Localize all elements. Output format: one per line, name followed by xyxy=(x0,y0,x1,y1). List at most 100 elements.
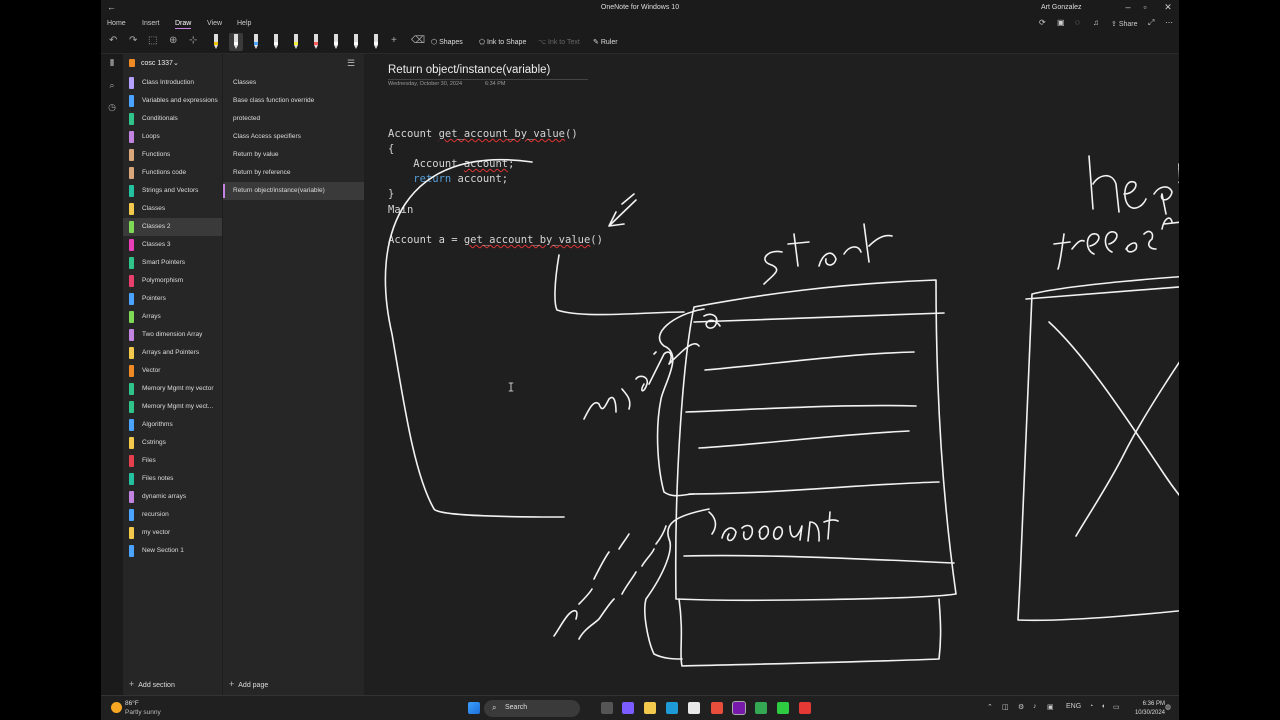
notifications-icon[interactable]: ♫ xyxy=(1093,18,1099,27)
section-item[interactable]: Loops xyxy=(129,128,222,146)
page-item[interactable]: Return by reference xyxy=(223,164,365,182)
app-icon-green[interactable] xyxy=(777,702,789,714)
tray-icon[interactable]: ▣ xyxy=(1047,703,1054,711)
section-item[interactable]: New Section 1 xyxy=(129,542,222,560)
section-item[interactable]: Arrays xyxy=(129,308,222,326)
pen-1-icon[interactable] xyxy=(209,33,223,51)
ink-select-icon[interactable]: ⊕ xyxy=(169,35,177,46)
sort-pages-icon[interactable]: ☰ xyxy=(347,58,355,69)
tray-icon[interactable]: ◫ xyxy=(1002,703,1009,711)
add-space-icon[interactable]: ⊹ xyxy=(189,35,197,46)
page-item[interactable]: protected xyxy=(223,110,365,128)
pen-6-icon[interactable] xyxy=(309,33,323,51)
section-item[interactable]: Classes 3 xyxy=(129,236,222,254)
copilot-icon[interactable] xyxy=(622,702,634,714)
share-button[interactable]: ⇪ Share xyxy=(1111,20,1138,28)
section-item[interactable]: Functions xyxy=(129,146,222,164)
task-view-icon[interactable] xyxy=(601,702,613,714)
microphone-icon[interactable]: ♪ xyxy=(1033,703,1037,710)
chrome-icon[interactable] xyxy=(711,702,723,714)
search-icon[interactable]: ⌕ xyxy=(106,80,118,91)
section-item[interactable]: Smart Pointers xyxy=(129,254,222,272)
volume-icon[interactable]: ◖ xyxy=(1101,703,1105,710)
app-icon-red[interactable] xyxy=(799,702,811,714)
page-item[interactable]: Return by value xyxy=(223,146,365,164)
file-explorer-icon[interactable] xyxy=(644,702,656,714)
pen-2-icon[interactable] xyxy=(229,33,243,51)
section-item[interactable]: Algorithms xyxy=(129,416,222,434)
notebooks-icon[interactable]: ⫴ xyxy=(106,58,118,69)
section-item[interactable]: Two dimension Array xyxy=(129,326,222,344)
redo-icon[interactable]: ↷ xyxy=(129,35,137,46)
wifi-icon[interactable]: ◔ xyxy=(1089,703,1093,710)
section-item[interactable]: Conditionals xyxy=(129,110,222,128)
chrome-profile-icon[interactable] xyxy=(755,702,767,714)
tab-home[interactable]: Home xyxy=(107,20,126,27)
user-name[interactable]: Art Gonzalez xyxy=(1041,4,1081,11)
pen-8-icon[interactable] xyxy=(349,33,363,51)
ruler-button[interactable]: ✎ Ruler xyxy=(593,38,618,46)
sync-icon[interactable]: ⟳ xyxy=(1039,18,1046,27)
tab-insert[interactable]: Insert xyxy=(142,20,160,27)
ink-drawing[interactable] xyxy=(364,54,1179,695)
tray-overflow-icon[interactable]: ⌃ xyxy=(987,703,993,711)
lightbulb-icon[interactable]: ◌ xyxy=(1075,18,1080,27)
section-item[interactable]: Class Introduction xyxy=(129,74,222,92)
section-item[interactable]: Files xyxy=(129,452,222,470)
tab-view[interactable]: View xyxy=(207,20,222,27)
pen-4-icon[interactable] xyxy=(269,33,283,51)
ink-to-shape-button[interactable]: ⬠ Ink to Shape xyxy=(479,38,526,46)
section-item[interactable]: Cstrings xyxy=(129,434,222,452)
language-indicator[interactable]: ENG xyxy=(1066,703,1081,710)
section-item[interactable]: Memory Mgmt my vect... xyxy=(129,398,222,416)
edge-icon[interactable] xyxy=(666,702,678,714)
taskbar-clock[interactable]: 6:36 PM 10/30/2024 xyxy=(1119,700,1165,718)
recent-notes-icon[interactable]: ◷ xyxy=(106,102,118,113)
lasso-select-icon[interactable]: ⬚ xyxy=(148,35,157,46)
page-item[interactable]: Class Access specifiers xyxy=(223,128,365,146)
section-item[interactable]: Classes xyxy=(129,200,222,218)
section-item[interactable]: Polymorphism xyxy=(129,272,222,290)
section-item[interactable]: Variables and expressions xyxy=(129,92,222,110)
section-item[interactable]: Vector xyxy=(129,362,222,380)
tab-draw[interactable]: Draw xyxy=(175,20,192,29)
section-item[interactable]: recursion xyxy=(129,506,222,524)
notification-bell-icon[interactable]: ◍ xyxy=(1165,703,1171,711)
eraser-icon[interactable]: ⌫ xyxy=(411,35,425,46)
section-color-tab xyxy=(129,347,134,359)
taskbar-search[interactable]: ⌕ Search xyxy=(484,700,580,717)
pen-9-icon[interactable] xyxy=(369,33,383,51)
section-item[interactable]: Files notes xyxy=(129,470,222,488)
section-item[interactable]: Functions code xyxy=(129,164,222,182)
add-page-button[interactable]: + Add page xyxy=(229,679,268,689)
page-item[interactable]: Classes xyxy=(223,74,365,92)
pen-3-icon[interactable] xyxy=(249,33,263,51)
undo-icon[interactable]: ↶ xyxy=(109,35,117,46)
page-item[interactable]: Base class function override xyxy=(223,92,365,110)
section-item[interactable]: Arrays and Pointers xyxy=(129,344,222,362)
section-item[interactable]: Classes 2 xyxy=(123,218,222,236)
section-item[interactable]: my vector xyxy=(129,524,222,542)
shapes-button[interactable]: ⬡ Shapes xyxy=(431,38,463,46)
section-item[interactable]: Pointers xyxy=(129,290,222,308)
onenote-icon[interactable] xyxy=(732,701,746,715)
add-pen-icon[interactable]: + xyxy=(391,35,397,46)
section-item[interactable]: Memory Mgmt my vector xyxy=(129,380,222,398)
maximize-icon[interactable]: ▫ xyxy=(1138,2,1152,12)
start-icon[interactable] xyxy=(468,702,480,714)
page-item[interactable]: Return object/instance(variable) xyxy=(223,182,365,200)
minimize-icon[interactable]: – xyxy=(1121,2,1135,12)
page-canvas[interactable]: Return object/instance(variable) Wednesd… xyxy=(364,54,1179,695)
fullscreen-icon[interactable]: ⤢ xyxy=(1148,18,1154,28)
store-icon[interactable] xyxy=(688,702,700,714)
section-item[interactable]: dynamic arrays xyxy=(129,488,222,506)
section-item[interactable]: Strings and Vectors xyxy=(129,182,222,200)
more-options-icon[interactable]: ⋯ xyxy=(1165,18,1173,27)
tab-help[interactable]: Help xyxy=(237,20,251,27)
pen-7-icon[interactable] xyxy=(329,33,343,51)
close-icon[interactable]: ✕ xyxy=(1161,2,1175,13)
tray-icon[interactable]: ⚙ xyxy=(1018,703,1024,711)
pen-5-icon[interactable] xyxy=(289,33,303,51)
add-section-button[interactable]: + Add section xyxy=(129,679,175,689)
immersive-reader-icon[interactable]: ▣ xyxy=(1057,18,1065,27)
